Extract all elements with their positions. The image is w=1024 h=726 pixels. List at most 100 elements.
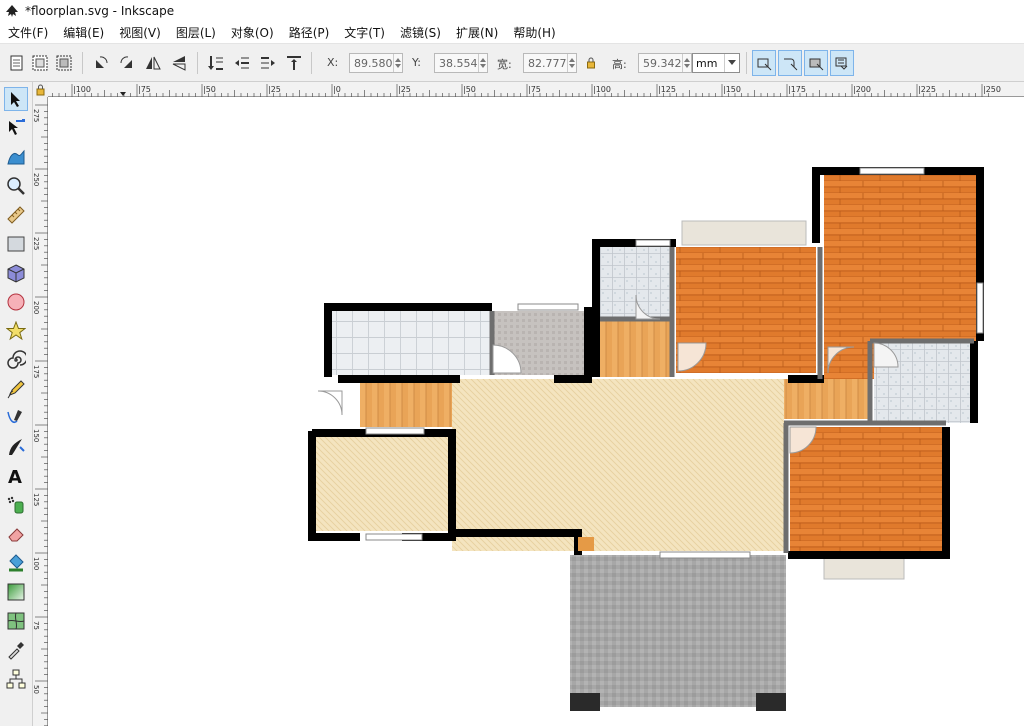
inkscape-logo-icon — [6, 5, 18, 17]
paint-bucket-tool[interactable] — [4, 551, 28, 575]
spray-tool[interactable] — [4, 493, 28, 517]
move-gradients-toggle[interactable] — [804, 50, 828, 76]
horizontal-ruler[interactable]: |100 |75 |50 |25 |0 |25 |50 |75 |100 |125 |150 |175… — [48, 82, 1024, 97]
node-tool-icon — [9, 119, 25, 135]
height-value: 59.342 — [643, 56, 682, 70]
toolbar-separator — [197, 52, 198, 74]
height-stepper[interactable] — [681, 54, 692, 72]
left-hallway-floor[interactable] — [360, 379, 452, 427]
deselect-icon[interactable] — [55, 54, 73, 72]
ruler-label: 50 — [33, 685, 40, 694]
x-field[interactable]: 89.580 — [349, 53, 403, 73]
bedroom-3-floor[interactable] — [790, 427, 942, 551]
menu-object[interactable]: 对象(O) — [223, 24, 281, 41]
svg-text:A: A — [8, 467, 22, 486]
drawing-canvas[interactable] — [48, 97, 1024, 726]
ellipse-tool[interactable] — [4, 290, 28, 314]
ellipse-tool-icon — [7, 293, 25, 311]
toolbar-separator — [746, 52, 747, 74]
raise-to-top-icon[interactable] — [285, 54, 303, 72]
living-room-floor[interactable] — [452, 379, 784, 551]
ruler-label: 225 — [33, 237, 40, 250]
width-field[interactable]: 82.777 — [523, 53, 577, 73]
ruler-label: 150 — [33, 429, 40, 442]
scale-stroke-icon — [757, 58, 772, 71]
eraser-tool[interactable] — [4, 522, 28, 546]
connector-tool[interactable] — [4, 667, 28, 691]
x-stepper[interactable] — [392, 54, 403, 72]
calligraphy-tool[interactable] — [4, 435, 28, 459]
3d-box-tool[interactable] — [4, 261, 28, 285]
menu-layer[interactable]: 图层(L) — [168, 24, 223, 41]
zoom-tool-icon — [7, 177, 25, 195]
measure-tool[interactable] — [4, 203, 28, 227]
right-hallway-floor[interactable] — [784, 379, 870, 419]
rotate-ccw-icon[interactable] — [92, 54, 110, 72]
lower-to-bottom-icon[interactable] — [207, 54, 225, 72]
spiral-tool-icon — [7, 350, 26, 369]
menu-edit[interactable]: 编辑(E) — [55, 24, 111, 41]
spiral-tool[interactable] — [4, 348, 28, 372]
select-tool[interactable] — [4, 87, 28, 111]
ruler-label: |75 — [528, 85, 541, 94]
ruler-label: 75 — [33, 621, 40, 630]
move-patterns-toggle[interactable] — [830, 50, 854, 76]
height-field[interactable]: 59.342 — [638, 53, 692, 73]
lock-guides-icon[interactable] — [33, 82, 48, 97]
y-stepper[interactable] — [477, 54, 488, 72]
ruler-label: |50 — [463, 85, 476, 94]
menu-extensions[interactable]: 扩展(N) — [448, 24, 505, 41]
lower-icon[interactable] — [233, 54, 251, 72]
bathroom-tile-floor[interactable] — [332, 311, 490, 375]
zoom-tool[interactable] — [4, 174, 28, 198]
select-all-icon[interactable] — [8, 54, 26, 72]
width-stepper[interactable] — [566, 54, 577, 72]
unit-select[interactable]: mm — [692, 53, 740, 73]
mesh-tool[interactable] — [4, 609, 28, 633]
left-room-floor[interactable] — [316, 431, 450, 531]
balcony-left-pillar[interactable] — [570, 693, 600, 711]
y-field[interactable]: 38.554 — [434, 53, 488, 73]
x-label: X: — [327, 56, 339, 69]
vertical-ruler[interactable]: 275 250 225 200 175 150 125 100 75 50 — [33, 97, 48, 726]
text-tool[interactable]: A — [4, 464, 28, 488]
star-tool[interactable] — [4, 319, 28, 343]
rectangle-tool[interactable] — [4, 232, 28, 256]
pen-tool[interactable] — [4, 406, 28, 430]
menu-path[interactable]: 路径(P) — [281, 24, 337, 41]
south-balcony-floor[interactable] — [570, 555, 786, 707]
bedroom-1-balcony[interactable] — [681, 220, 807, 246]
menu-text[interactable]: 文字(T) — [336, 24, 392, 41]
menu-help[interactable]: 帮助(H) — [505, 24, 562, 41]
scale-corners-toggle[interactable] — [778, 50, 802, 76]
dropper-tool[interactable] — [4, 638, 28, 662]
dropper-tool-icon — [8, 642, 24, 660]
balcony-right-pillar[interactable] — [756, 693, 786, 711]
scale-corners-icon — [784, 58, 798, 71]
title-bar: *floorplan.svg - Inkscape — [0, 0, 1024, 22]
flip-horizontal-icon[interactable] — [144, 54, 162, 72]
select-all-in-all-layers-icon[interactable] — [31, 54, 49, 72]
rotate-cw-icon[interactable] — [118, 54, 136, 72]
floorplan-drawing[interactable] — [308, 167, 984, 711]
menu-file[interactable]: 文件(F) — [0, 24, 55, 41]
kitchen-wood-floor[interactable] — [600, 319, 672, 377]
select-tool-controls-bar: X: 89.580 Y: 38.554 宽: 82.777 高: 59.342 … — [0, 44, 1024, 82]
living-room-column[interactable] — [578, 537, 594, 551]
pen-tool-icon — [7, 410, 22, 424]
gradient-tool[interactable] — [4, 580, 28, 604]
unit-value: mm — [696, 56, 718, 70]
pencil-tool[interactable] — [4, 377, 28, 401]
scale-stroke-toggle[interactable] — [752, 50, 776, 76]
menu-filters[interactable]: 滤镜(S) — [392, 24, 448, 41]
flip-vertical-icon[interactable] — [170, 54, 188, 72]
height-label: 高: — [612, 58, 627, 71]
lock-ratio-icon[interactable] — [586, 57, 596, 69]
move-patterns-icon — [835, 57, 848, 70]
menu-view[interactable]: 视图(V) — [111, 24, 168, 41]
tweak-tool[interactable] — [4, 145, 28, 169]
raise-icon[interactable] — [259, 54, 277, 72]
node-tool[interactable] — [4, 116, 28, 140]
move-gradients-icon — [809, 58, 824, 71]
ruler-label: 125 — [33, 493, 40, 506]
